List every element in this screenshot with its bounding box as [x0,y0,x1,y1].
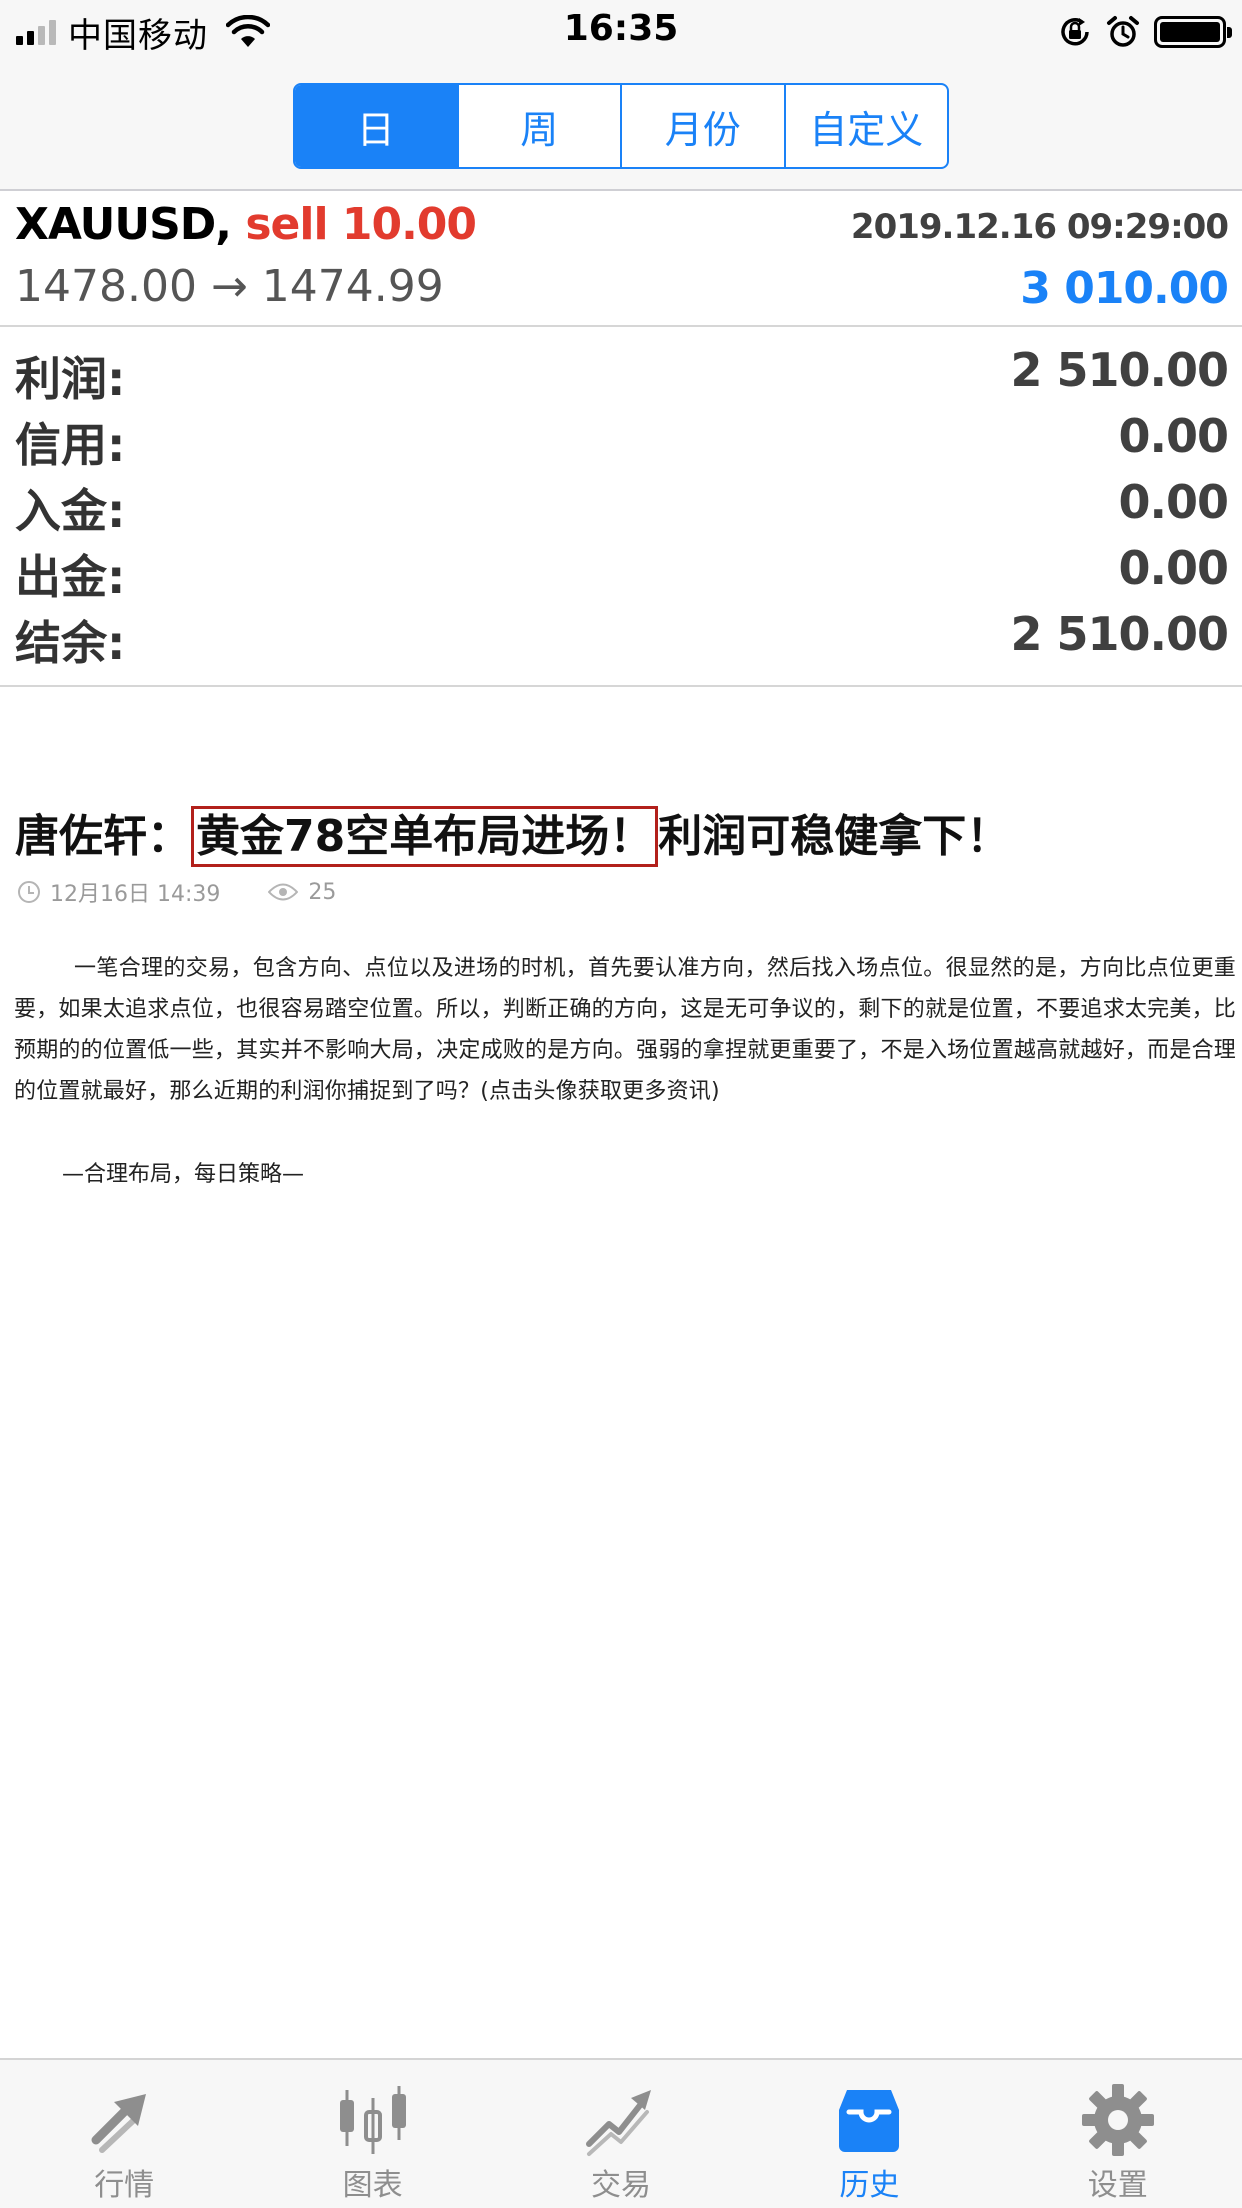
segment-week[interactable]: 周 [456,85,621,167]
period-segmented-control: 日 周 月份 自定义 [293,83,949,169]
trade-profit: 3 010.00 [1020,263,1229,314]
trade-row[interactable]: XAUUSD, sell 10.00 2019.12.16 09:29:00 1… [0,193,1242,327]
segment-day[interactable]: 日 [295,85,457,167]
summary-label: 利润: [15,352,126,406]
chart-icon [339,2086,406,2154]
summary-label: 出金: [15,550,126,604]
tab-label: 图表 [342,2168,403,2203]
summary-row-deposit: 入金: 0.00 [0,471,1242,538]
article-title-prefix: 唐佐轩： [15,811,191,862]
summary-value: 0.00 [1118,541,1229,595]
battery-icon [1154,16,1232,48]
alarm-icon [1107,16,1139,47]
article-slogan: —合理布局，每日策略— [62,1162,305,1187]
account-summary: 利润: 2 510.00 信用: 0.00 入金: 0.00 出金: 0.00 … [0,329,1242,687]
article-meta: 12月16日 14:39 25 [18,876,336,908]
summary-row-profit: 利润: 2 510.00 [0,339,1242,406]
trade-icon [585,2090,651,2156]
rotation-lock-icon [1061,18,1089,46]
article-title-highlight: 黄金78空单布局进场！ [191,806,659,867]
tab-label: 行情 [94,2168,155,2203]
tab-bar: 行情 图表 交易 历史 设置 [0,2058,1242,2208]
trade-side: sell 10.00 [245,199,477,250]
article-body: 一笔合理的交易，包含方向、点位以及进场的时机，首先要认准方向，然后找入场点位。很… [14,956,1236,1104]
clock-icon [18,881,40,903]
summary-label: 结余: [15,616,126,670]
eye-icon [268,883,299,901]
trade-datetime: 2019.12.16 09:29:00 [850,207,1229,247]
quotes-icon [91,2094,147,2153]
summary-row-credit: 信用: 0.00 [0,405,1242,472]
summary-value: 0.00 [1118,409,1229,463]
status-bar: 中国移动 16:35 [0,0,1242,60]
trade-symbol: XAUUSD, [15,199,232,250]
tab-label: 历史 [839,2168,900,2203]
tab-chart[interactable]: 图表 [248,2060,496,2208]
summary-row-balance: 结余: 2 510.00 [0,603,1242,670]
history-icon [839,2090,900,2152]
summary-value: 0.00 [1118,475,1229,529]
article-title-suffix: 利润可稳健拿下！ [658,811,1011,862]
article-views: 25 [308,879,337,905]
tab-trade[interactable]: 交易 [497,2060,745,2208]
status-time: 16:35 [563,8,679,49]
article-title: 唐佐轩： 黄金78空单布局进场！ 利润可稳健拿下！ [15,800,1011,867]
tab-settings[interactable]: 设置 [994,2060,1242,2208]
summary-label: 信用: [15,418,126,472]
summary-label: 入金: [15,484,126,538]
gear-icon [1081,2084,1154,2156]
trade-prices: 1478.00 → 1474.99 [15,261,444,312]
tab-label: 交易 [590,2168,651,2203]
summary-value: 2 510.00 [1010,343,1229,397]
segment-month[interactable]: 月份 [620,85,784,167]
tab-history[interactable]: 历史 [745,2060,993,2208]
summary-row-withdrawal: 出金: 0.00 [0,537,1242,604]
tab-quotes[interactable]: 行情 [0,2060,248,2208]
tab-label: 设置 [1087,2168,1148,2203]
segment-custom[interactable]: 自定义 [783,85,948,167]
summary-value: 2 510.00 [1010,607,1229,661]
article-date: 12月16日 14:39 [50,882,221,907]
